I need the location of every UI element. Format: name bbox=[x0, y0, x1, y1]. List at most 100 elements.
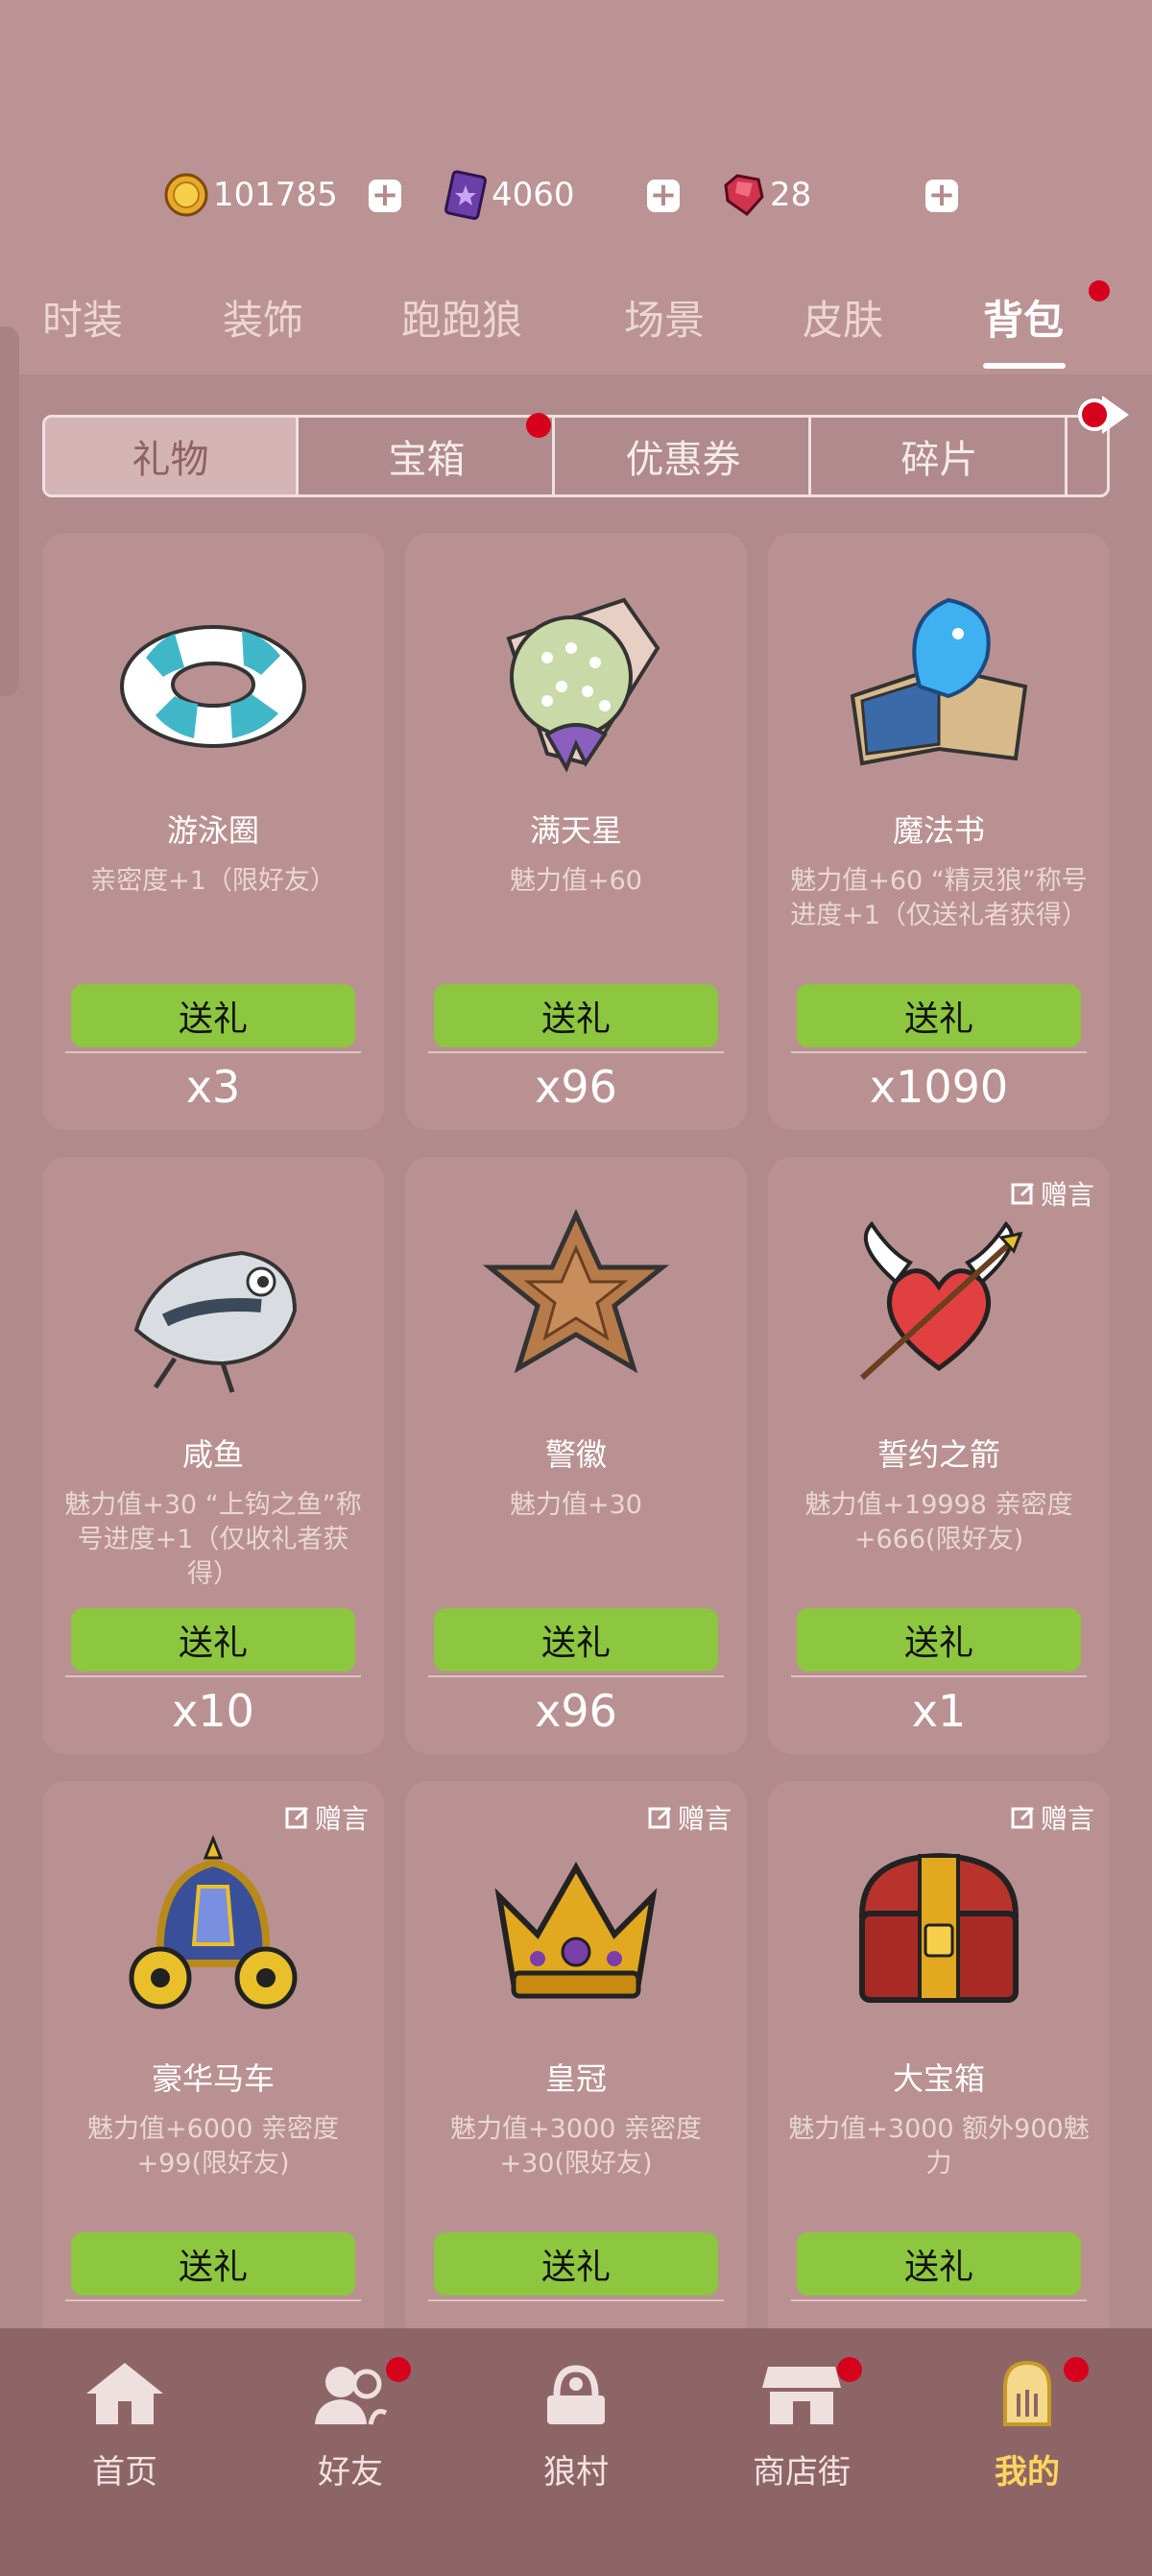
gift-name: 大宝箱 bbox=[892, 2060, 985, 2097]
add-card-button[interactable]: + bbox=[647, 179, 680, 212]
gift-card: 赠言 皇冠 魅力值+3000 亲密度+30(限好友) 送礼 bbox=[405, 1781, 747, 2328]
gift-name: 满天星 bbox=[529, 812, 622, 849]
gift-name: 豪华马车 bbox=[151, 2060, 275, 2097]
gift-card: 警徽 魅力值+30 送礼 x96 bbox=[405, 1157, 747, 1754]
ruby-gem-icon bbox=[724, 174, 764, 216]
gift-desc: 亲密度+1（限好友） bbox=[90, 866, 336, 896]
gift-desc: 魅力值+6000 亲密度+99(限好友) bbox=[87, 2114, 339, 2179]
send-gift-button[interactable]: 送礼 bbox=[71, 984, 355, 1047]
nav-home[interactable]: 首页 bbox=[48, 2355, 202, 2518]
gift-name: 咸鱼 bbox=[181, 1436, 244, 1473]
profile-badge bbox=[1064, 2357, 1089, 2382]
gift-desc: 魅力值+3000 额外900魅力 bbox=[788, 2114, 1090, 2179]
add-gem-button[interactable]: + bbox=[925, 179, 958, 212]
add-coin-button[interactable]: + bbox=[369, 179, 401, 212]
gift-desc: 魅力值+3000 亲密度+30(限好友) bbox=[450, 2114, 702, 2179]
gift-card: 满天星 魅力值+60 送礼 x96 bbox=[405, 533, 747, 1130]
subtab-chest[interactable]: 宝箱 bbox=[301, 418, 555, 494]
divider bbox=[428, 1675, 724, 1677]
gift-count: x1 bbox=[911, 1685, 967, 1737]
profile-icon bbox=[1003, 2360, 1051, 2426]
gift-card: 赠言 大宝箱 魅力值+3000 额外900魅力 送礼 bbox=[768, 1781, 1110, 2328]
tab-fashion[interactable]: 时装 bbox=[42, 278, 123, 355]
divider bbox=[428, 1051, 724, 1053]
bottom-nav: 首页 好友 狼村 商店街 我的 bbox=[0, 2328, 1152, 2576]
gift-desc: 魅力值+30 “上钩之鱼”称号进度+1（仅收礼者获得） bbox=[64, 1490, 362, 1589]
tab-backpack[interactable]: 背包 bbox=[983, 278, 1064, 355]
message-note-label: 赠言 bbox=[314, 1803, 369, 1835]
gift-card: 魔法书 魅力值+60 “精灵狼”称号进度+1（仅送礼者获得） 送礼 x1090 bbox=[768, 533, 1110, 1130]
gift-count: x10 bbox=[172, 1685, 254, 1737]
send-gift-button[interactable]: 送礼 bbox=[434, 2232, 718, 2296]
divider bbox=[791, 1051, 1087, 1053]
divider bbox=[65, 1051, 361, 1053]
tab-skin[interactable]: 皮肤 bbox=[803, 278, 883, 355]
gift-grid: 游泳圈 亲密度+1（限好友） 送礼 x3 满天星 魅力值+60 送礼 x96 魔… bbox=[42, 533, 1110, 2328]
gift-card: 游泳圈 亲密度+1（限好友） 送礼 x3 bbox=[42, 533, 384, 1130]
edit-icon bbox=[285, 1806, 309, 1829]
village-icon bbox=[547, 2365, 605, 2424]
nav-profile-label: 我的 bbox=[995, 2453, 1060, 2492]
tab-scene[interactable]: 场景 bbox=[624, 278, 705, 355]
gift-card: 咸鱼 魅力值+30 “上钩之鱼”称号进度+1（仅收礼者获得） 送礼 x10 bbox=[42, 1157, 384, 1754]
gift-card: 赠言 誓约之箭 魅力值+19998 亲密度+666(限好友) 送礼 x1 bbox=[768, 1157, 1110, 1754]
send-gift-button[interactable]: 送礼 bbox=[434, 1608, 718, 1672]
backpack-badge bbox=[1089, 280, 1110, 301]
nav-shop-label: 商店街 bbox=[753, 2453, 851, 2492]
coin-icon bbox=[164, 173, 208, 217]
send-gift-button[interactable]: 送礼 bbox=[797, 2232, 1081, 2296]
nav-village-label: 狼村 bbox=[543, 2453, 609, 2492]
subtab-coupon[interactable]: 优惠券 bbox=[558, 418, 811, 494]
send-gift-button[interactable]: 送礼 bbox=[797, 1608, 1081, 1672]
coin-value: 101785 bbox=[213, 176, 338, 214]
gift-name: 警徽 bbox=[544, 1436, 607, 1473]
nav-village[interactable]: 狼村 bbox=[499, 2355, 653, 2518]
gift-card: 赠言 豪华马车 魅力值+6000 亲密度+99(限好友) 送礼 bbox=[42, 1781, 384, 2328]
crown-icon bbox=[494, 1861, 658, 1999]
gift-count: x96 bbox=[535, 1061, 617, 1113]
divider bbox=[428, 2299, 724, 2301]
gem-balance: 28 bbox=[720, 161, 811, 229]
subtab-fragment[interactable]: 碎片 bbox=[814, 418, 1068, 494]
subtab-gift[interactable]: 礼物 bbox=[45, 418, 299, 494]
nav-home-label: 首页 bbox=[92, 2453, 157, 2492]
purple-card-icon bbox=[444, 170, 487, 220]
friends-icon bbox=[315, 2367, 388, 2425]
edit-icon bbox=[1011, 1806, 1035, 1829]
shop-badge bbox=[837, 2357, 862, 2382]
gift-name: 皇冠 bbox=[544, 2060, 607, 2097]
coin-balance: 101785 bbox=[163, 161, 338, 229]
magic-book-icon bbox=[850, 597, 1028, 766]
chest-tab-badge bbox=[526, 413, 551, 438]
card-value: 4060 bbox=[492, 176, 575, 214]
send-gift-button[interactable]: 送礼 bbox=[71, 1608, 355, 1672]
main-tabs: 时装 装饰 跑跑狼 场景 皮肤 背包 bbox=[0, 278, 1152, 365]
gift-name: 魔法书 bbox=[892, 812, 985, 849]
active-tab-indicator bbox=[983, 363, 1066, 369]
side-drawer-handle[interactable] bbox=[0, 326, 19, 696]
message-note-label: 赠言 bbox=[677, 1803, 732, 1835]
gift-desc: 魅力值+30 bbox=[510, 1490, 642, 1520]
swim-ring-icon bbox=[120, 625, 306, 748]
scroll-right-arrow-icon[interactable] bbox=[1073, 392, 1131, 438]
tab-running-wolf[interactable]: 跑跑狼 bbox=[401, 278, 522, 355]
tab-decoration[interactable]: 装饰 bbox=[223, 278, 303, 355]
divider bbox=[65, 2299, 361, 2301]
cupid-arrow-icon bbox=[859, 1220, 1023, 1381]
send-gift-button[interactable]: 送礼 bbox=[434, 984, 718, 1047]
shop-icon bbox=[762, 2367, 841, 2424]
friends-badge bbox=[386, 2357, 411, 2382]
divider bbox=[791, 1675, 1087, 1677]
send-gift-button[interactable]: 送礼 bbox=[797, 984, 1081, 1047]
treasure-chest-icon bbox=[858, 1852, 1020, 2003]
gift-name: 誓约之箭 bbox=[876, 1436, 1000, 1473]
gift-count: x1090 bbox=[869, 1061, 1009, 1113]
currency-bar: 101785 4060 28 bbox=[0, 161, 1152, 229]
divider bbox=[791, 2299, 1087, 2301]
divider bbox=[65, 1675, 361, 1677]
home-icon bbox=[86, 2363, 163, 2424]
send-gift-button[interactable]: 送礼 bbox=[71, 2232, 355, 2296]
gift-desc: 魅力值+19998 亲密度+666(限好友) bbox=[804, 1490, 1073, 1554]
gift-desc: 魅力值+60 “精灵狼”称号进度+1（仅送礼者获得） bbox=[790, 866, 1088, 930]
flower-bouquet-icon bbox=[506, 597, 660, 773]
